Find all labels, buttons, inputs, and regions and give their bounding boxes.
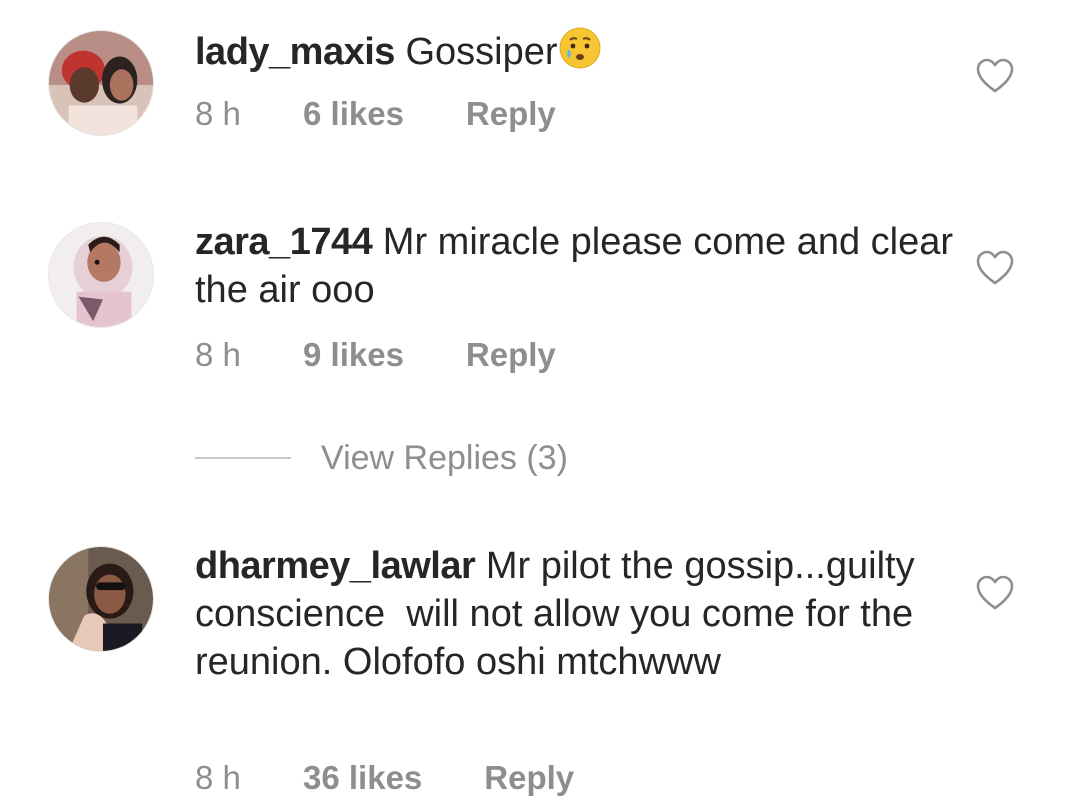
comment-meta: 8 h 9 likes Reply	[195, 333, 556, 377]
heart-outline-icon[interactable]	[976, 575, 1014, 611]
comment-username[interactable]: dharmey_lawlar	[195, 545, 476, 587]
heart-outline-icon[interactable]	[976, 250, 1014, 286]
avatar[interactable]	[48, 222, 154, 328]
comment-meta: 8 h 6 likes Reply	[195, 92, 556, 136]
view-replies-button[interactable]: View Replies (3)	[195, 436, 568, 480]
reply-button[interactable]: Reply	[466, 336, 556, 374]
comment-likes[interactable]: 6 likes	[303, 95, 404, 133]
sad-tear-emoji-icon	[558, 26, 602, 70]
comment-time: 8 h	[195, 336, 241, 373]
view-replies-divider	[195, 457, 291, 459]
comment-time: 8 h	[195, 95, 241, 132]
reply-button[interactable]: Reply	[484, 759, 574, 797]
comment-text: lady_maxis Gossiper	[195, 26, 955, 76]
comment-message: Gossiper	[394, 31, 558, 73]
heart-outline-icon[interactable]	[976, 58, 1014, 94]
comment-text: dharmey_lawlar Mr pilot the gossip...gui…	[195, 542, 955, 686]
reply-button[interactable]: Reply	[466, 95, 556, 133]
comment-username[interactable]: lady_maxis	[195, 31, 395, 73]
comment-username[interactable]: zara_1744	[195, 221, 373, 263]
comment-likes[interactable]: 36 likes	[303, 759, 422, 797]
comment-time: 8 h	[195, 759, 241, 796]
comment-likes[interactable]: 9 likes	[303, 336, 404, 374]
comment-meta: 8 h 36 likes Reply	[195, 756, 574, 800]
comment-text: zara_1744 Mr miracle please come and cle…	[195, 218, 955, 314]
view-replies-label[interactable]: View Replies (3)	[321, 439, 568, 478]
avatar[interactable]	[48, 546, 154, 652]
avatar[interactable]	[48, 30, 154, 136]
